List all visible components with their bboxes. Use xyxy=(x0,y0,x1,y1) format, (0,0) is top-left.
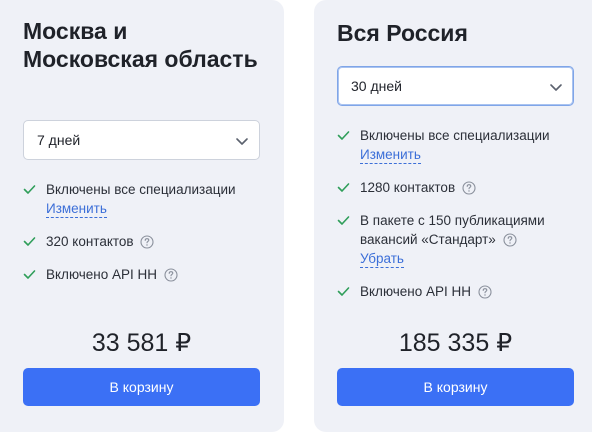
add-to-cart-button[interactable]: В корзину xyxy=(23,368,260,406)
chevron-down-icon xyxy=(236,138,248,145)
feature-text: Включено API HH xyxy=(46,267,158,282)
check-icon xyxy=(23,185,36,194)
remove-publications-link[interactable]: Убрать xyxy=(360,251,404,268)
period-select[interactable]: 30 дней xyxy=(337,66,574,106)
check-icon xyxy=(337,287,350,296)
add-to-cart-button[interactable]: В корзину xyxy=(337,368,574,406)
tariff-card-moscow: Москва и Московская область 7 дней Включ… xyxy=(0,0,284,432)
question-circle-icon[interactable] xyxy=(140,235,154,249)
feature-item: Включены все специализации Изменить xyxy=(337,126,582,164)
change-specializations-link[interactable]: Изменить xyxy=(46,201,107,218)
question-circle-icon[interactable] xyxy=(478,285,492,299)
check-icon xyxy=(23,270,36,279)
feature-text: Включены все специализации xyxy=(360,128,550,143)
check-icon xyxy=(337,183,350,192)
feature-list: Включены все специализации Изменить 320 … xyxy=(23,180,268,298)
period-select-value: 7 дней xyxy=(37,132,81,148)
check-icon xyxy=(337,131,350,140)
feature-text: Включено API HH xyxy=(360,284,472,299)
feature-item: Включены все специализации Изменить xyxy=(23,180,268,218)
feature-text: Включены все специализации xyxy=(46,182,236,197)
feature-text: 320 контактов xyxy=(46,234,134,249)
feature-text: В пакете с 150 публикациями вакансий «Ст… xyxy=(360,213,545,247)
question-circle-icon[interactable] xyxy=(164,268,178,282)
price: 185 335 ₽ xyxy=(398,329,513,357)
feature-text: 1280 контактов xyxy=(360,180,456,195)
price: 33 581 ₽ xyxy=(91,329,192,357)
card-title: Москва и Московская область xyxy=(23,18,258,72)
question-circle-icon[interactable] xyxy=(503,233,517,247)
feature-item: В пакете с 150 публикациями вакансий «Ст… xyxy=(337,211,582,268)
feature-item: 1280 контактов xyxy=(337,178,582,197)
feature-list: Включены все специализации Изменить 1280… xyxy=(337,126,582,315)
card-title: Вся Россия xyxy=(337,20,468,46)
question-circle-icon[interactable] xyxy=(462,181,476,195)
tariff-card-russia: Вся Россия 30 дней Включены все специали… xyxy=(314,0,592,432)
chevron-down-icon xyxy=(550,84,562,91)
check-icon xyxy=(337,216,350,225)
period-select-value: 30 дней xyxy=(351,78,402,94)
feature-item: Включено API HH xyxy=(23,265,268,284)
period-select[interactable]: 7 дней xyxy=(23,120,260,160)
check-icon xyxy=(23,237,36,246)
change-specializations-link[interactable]: Изменить xyxy=(360,147,421,164)
feature-item: Включено API HH xyxy=(337,282,582,301)
feature-item: 320 контактов xyxy=(23,232,268,251)
